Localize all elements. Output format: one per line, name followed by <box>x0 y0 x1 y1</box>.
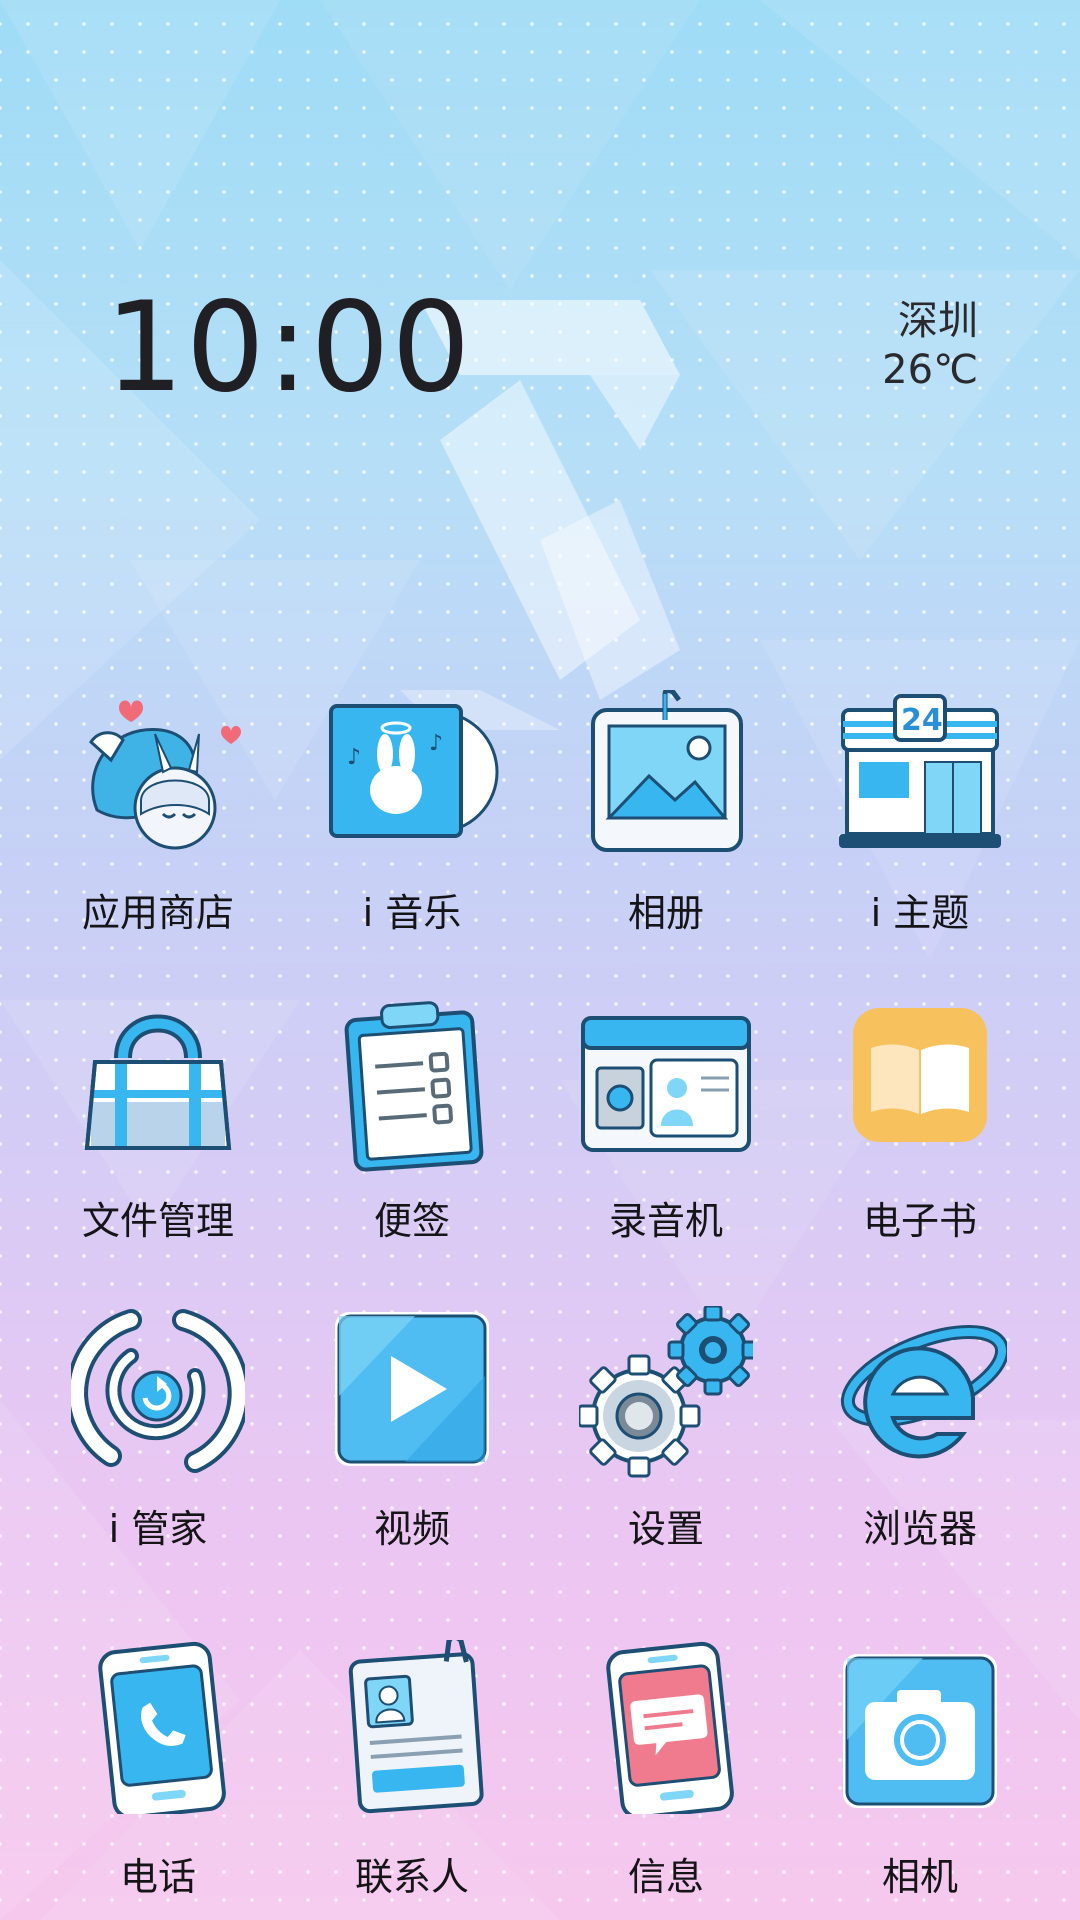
app-store[interactable]: 应用商店 <box>31 690 285 950</box>
browser-e-icon <box>833 1306 1007 1480</box>
app-notes[interactable]: 便签 <box>285 998 539 1258</box>
app-video[interactable]: 视频 <box>285 1306 539 1566</box>
app-label: 视频 <box>373 1507 450 1551</box>
svg-text:♪: ♪ <box>429 731 443 756</box>
app-label: 电话 <box>119 1855 196 1899</box>
app-label: 相册 <box>627 891 704 935</box>
app-label: i 主题 <box>870 891 970 935</box>
id-card-icon <box>579 998 753 1172</box>
svg-text:♪: ♪ <box>347 745 361 770</box>
app-label: 电子书 <box>862 1199 977 1243</box>
app-settings[interactable]: 设置 <box>539 1306 793 1566</box>
app-music[interactable]: ♪ ♪ i 音乐 <box>285 690 539 950</box>
weather-city: 深圳 <box>898 298 978 344</box>
app-label: 联系人 <box>354 1855 469 1899</box>
store-24-icon: 24 <box>833 690 1007 864</box>
dock-camera[interactable]: 相机 <box>793 1640 1047 1900</box>
app-label: 浏览器 <box>862 1507 977 1551</box>
app-theme[interactable]: 24 i 主题 <box>793 690 1047 950</box>
photo-frame-icon <box>579 690 753 864</box>
app-label: i 音乐 <box>362 891 462 935</box>
phone-icon <box>71 1640 245 1814</box>
app-recorder[interactable]: 录音机 <box>539 998 793 1258</box>
clock-time: 10:00 <box>105 276 473 420</box>
app-label: 相机 <box>881 1855 958 1899</box>
dock-contacts[interactable]: 联系人 <box>285 1640 539 1900</box>
dock-phone[interactable]: 电话 <box>31 1640 285 1900</box>
gears-icon <box>579 1306 753 1480</box>
app-label: 文件管理 <box>81 1199 234 1243</box>
app-label: 便签 <box>373 1199 450 1243</box>
app-label: 信息 <box>627 1855 704 1899</box>
dock-messages[interactable]: 信息 <box>539 1640 793 1900</box>
app-ebook[interactable]: 电子书 <box>793 998 1047 1258</box>
app-store-character-icon <box>71 690 245 864</box>
weather-widget[interactable]: 深圳 26℃ <box>882 298 978 396</box>
svg-text:24: 24 <box>901 703 943 738</box>
camera-icon <box>833 1640 1007 1814</box>
bag-icon <box>71 998 245 1172</box>
app-manager[interactable]: i 管家 <box>31 1306 285 1566</box>
app-label: i 管家 <box>108 1507 208 1551</box>
app-file-manager[interactable]: 文件管理 <box>31 998 285 1258</box>
music-rabbit-cd-icon: ♪ ♪ <box>325 690 499 864</box>
app-browser[interactable]: 浏览器 <box>793 1306 1047 1566</box>
app-label: 应用商店 <box>81 891 234 935</box>
refresh-ring-icon <box>71 1306 245 1480</box>
message-icon <box>579 1640 753 1814</box>
clipboard-icon <box>325 998 499 1172</box>
book-icon <box>833 998 1007 1172</box>
app-gallery[interactable]: 相册 <box>539 690 793 950</box>
app-label: 录音机 <box>608 1199 723 1243</box>
play-icon <box>325 1306 499 1480</box>
app-label: 设置 <box>627 1507 704 1551</box>
weather-temperature: 26℃ <box>882 347 978 393</box>
contact-card-icon <box>325 1640 499 1814</box>
